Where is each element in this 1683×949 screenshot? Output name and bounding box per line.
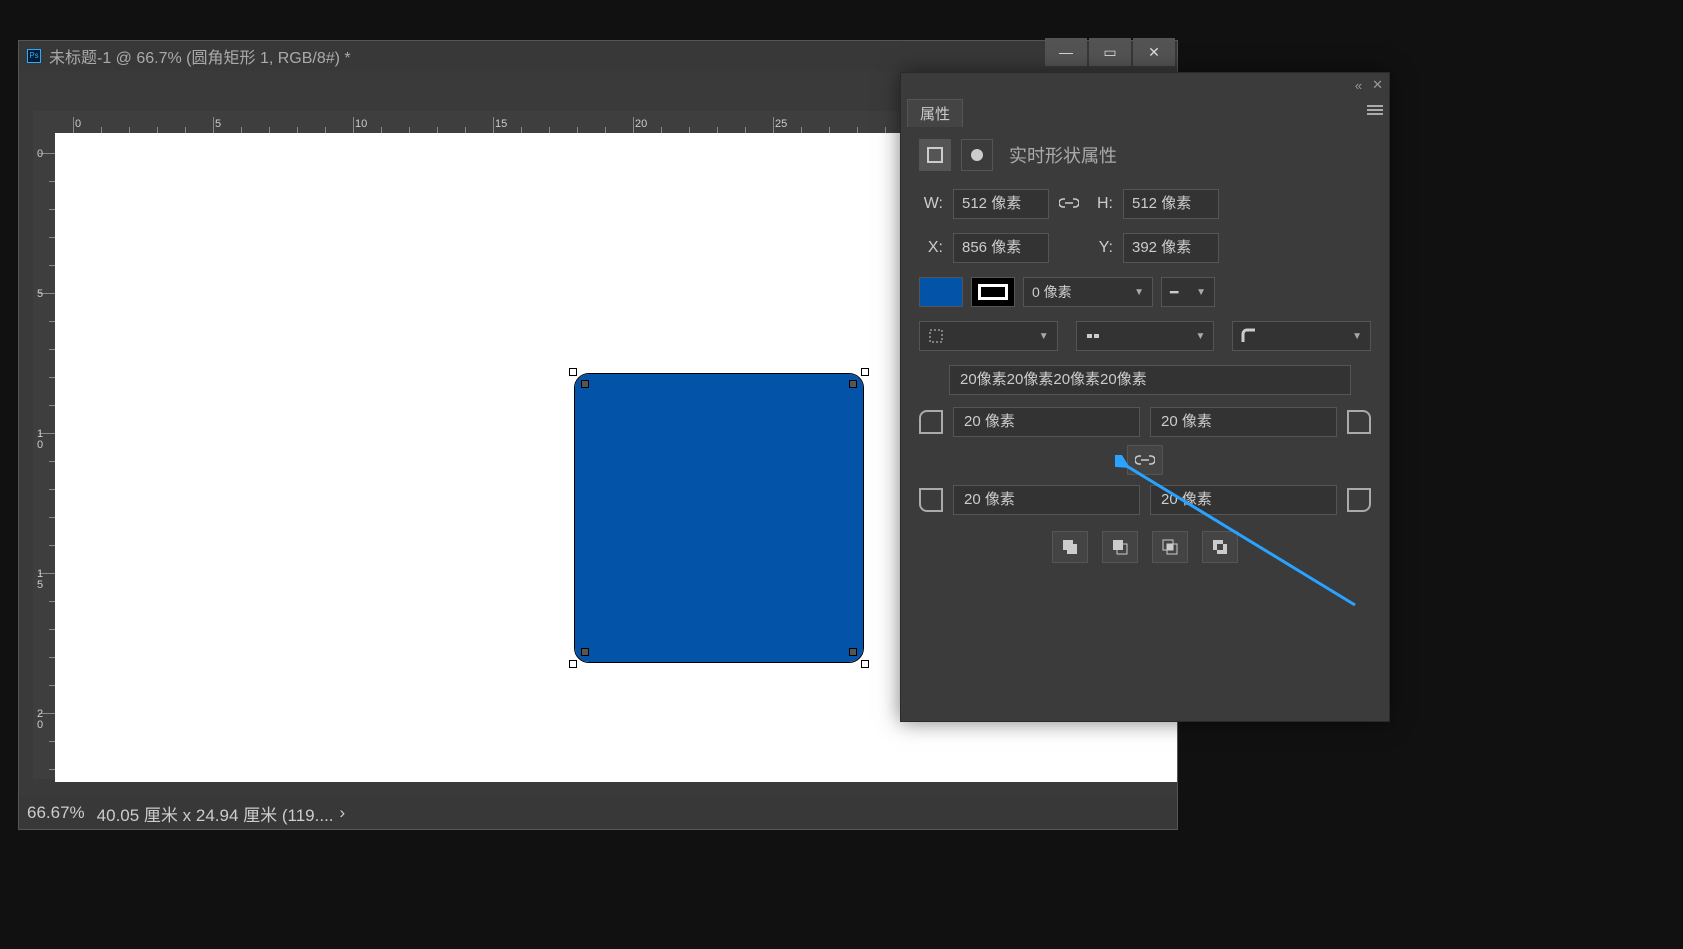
ruler-vertical[interactable]: 051 01 52 0	[33, 133, 55, 779]
width-label: W:	[919, 195, 943, 213]
corner-handle-tr[interactable]	[849, 380, 857, 388]
chevron-down-icon: ▼	[1039, 331, 1049, 342]
stroke-align-dropdown[interactable]: ▼	[919, 321, 1058, 351]
y-field[interactable]: 392 像素	[1123, 233, 1219, 263]
corner-tr-icon	[1347, 410, 1371, 434]
corner-tl-icon	[919, 410, 943, 434]
stroke-corners-dropdown[interactable]: ▼	[1232, 321, 1371, 351]
stroke-type-dropdown[interactable]: ━ ▼	[1161, 277, 1215, 307]
stroke-caps-dropdown[interactable]: ▼	[1076, 321, 1215, 351]
x-field[interactable]: 856 像素	[953, 233, 1049, 263]
panel-menu-icon[interactable]	[1367, 103, 1383, 117]
corner-handle-bl[interactable]	[581, 648, 589, 656]
transform-handle-br[interactable]	[861, 660, 869, 668]
corner-bl-field[interactable]: 20 像素	[953, 485, 1140, 515]
transform-handle-tl[interactable]	[569, 368, 577, 376]
document-title: 未标题-1 @ 66.7% (圆角矩形 1, RGB/8#) *	[49, 44, 351, 68]
corner-bl-icon	[919, 488, 943, 512]
panel-close-icon[interactable]: ✕	[1372, 77, 1383, 93]
link-corners-button[interactable]	[1127, 445, 1163, 475]
corner-br-field[interactable]: 20 像素	[1150, 485, 1337, 515]
chevron-down-icon: ▼	[1352, 331, 1362, 342]
properties-header: 实时形状属性	[919, 139, 1371, 171]
corner-br-icon	[1347, 488, 1371, 512]
panel-body: 实时形状属性 W: 512 像素 H: 512 像素 X: 856 像素 Y: …	[901, 129, 1389, 573]
intersect-shapes-button[interactable]	[1152, 531, 1188, 563]
link-wh-icon[interactable]	[1059, 196, 1079, 213]
corners-top-row: 20 像素 20 像素	[919, 407, 1371, 437]
x-label: X:	[919, 239, 943, 257]
maximize-button[interactable]: ▭	[1089, 38, 1131, 66]
corners-bottom-row: 20 像素 20 像素	[919, 485, 1371, 515]
properties-panel: « ✕ 属性 实时形状属性 W: 512 像素 H: 512 像素 X:	[900, 72, 1390, 722]
y-label: Y:	[1089, 239, 1113, 257]
fill-stroke-row: 0 像素 ▼ ━ ▼	[919, 277, 1371, 307]
close-button[interactable]: ✕	[1133, 38, 1175, 66]
corner-handle-br[interactable]	[849, 648, 857, 656]
document-dimensions: 40.05 厘米 x 24.94 厘米 (119....	[97, 801, 334, 826]
title-bar: Ps 未标题-1 @ 66.7% (圆角矩形 1, RGB/8#) * — ▭ …	[19, 41, 1177, 71]
corner-tl-field[interactable]: 20 像素	[953, 407, 1140, 437]
collapse-icon[interactable]: «	[1355, 78, 1362, 93]
stroke-color-swatch[interactable]	[971, 277, 1015, 307]
zoom-level[interactable]: 66.67%	[27, 803, 85, 823]
mask-icon[interactable]	[961, 139, 993, 171]
stroke-width-dropdown[interactable]: 0 像素 ▼	[1023, 277, 1153, 307]
rounded-rectangle-shape[interactable]	[575, 374, 863, 662]
height-field[interactable]: 512 像素	[1123, 189, 1219, 219]
window-controls: — ▭ ✕	[1043, 38, 1175, 66]
width-field[interactable]: 512 像素	[953, 189, 1049, 219]
panel-tabs: 属性	[901, 97, 1389, 129]
chevron-down-icon: ▼	[1134, 287, 1144, 298]
height-label: H:	[1089, 195, 1113, 213]
fill-color-swatch[interactable]	[919, 277, 963, 307]
chevron-down-icon: ▼	[1195, 331, 1205, 342]
link-corners-row	[919, 445, 1371, 475]
subtract-shapes-button[interactable]	[1102, 531, 1138, 563]
chevron-down-icon: ▼	[1196, 287, 1206, 298]
position-row: X: 856 像素 Y: 392 像素	[919, 233, 1371, 263]
size-row: W: 512 像素 H: 512 像素	[919, 189, 1371, 219]
chevron-right-icon[interactable]: ›	[340, 803, 346, 823]
stroke-options-row: ▼ ▼ ▼	[919, 321, 1371, 351]
properties-title: 实时形状属性	[1009, 142, 1117, 168]
transform-handle-bl[interactable]	[569, 660, 577, 668]
status-bar: 66.67% 40.05 厘米 x 24.94 厘米 (119.... ›	[19, 797, 1177, 829]
tab-properties[interactable]: 属性	[907, 99, 963, 127]
corner-handle-tl[interactable]	[581, 380, 589, 388]
corner-tr-field[interactable]: 20 像素	[1150, 407, 1337, 437]
stroke-line-icon: ━	[1170, 284, 1178, 301]
path-operations	[919, 531, 1371, 563]
ps-icon: Ps	[27, 49, 41, 63]
corners-summary-field[interactable]: 20像素20像素20像素20像素	[949, 365, 1351, 395]
minimize-button[interactable]: —	[1045, 38, 1087, 66]
live-shape-icon[interactable]	[919, 139, 951, 171]
stroke-width-value: 0 像素	[1032, 282, 1072, 302]
transform-handle-tr[interactable]	[861, 368, 869, 376]
panel-header-controls: « ✕	[901, 73, 1389, 97]
exclude-shapes-button[interactable]	[1202, 531, 1238, 563]
combine-shapes-button[interactable]	[1052, 531, 1088, 563]
